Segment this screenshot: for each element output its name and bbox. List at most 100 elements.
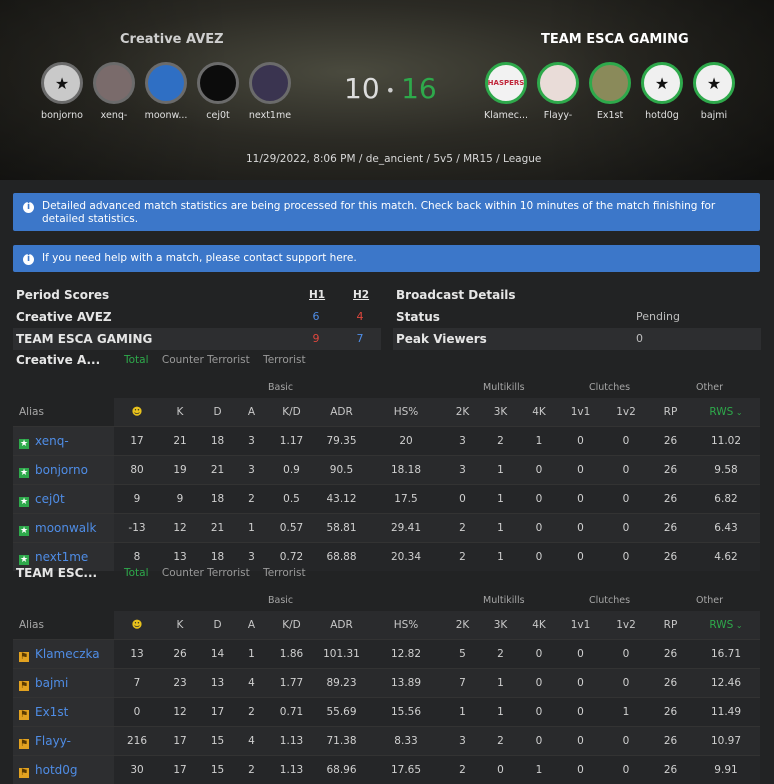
player-alias-link[interactable]: ⚑hotd0g [13,756,114,784]
stat-cell: 23 [160,669,200,698]
period-row: Creative AVEZ 6 4 [13,306,381,328]
team2-player[interactable]: HASPERS Klamec... [482,62,530,121]
stat-cell: 0 [558,756,603,784]
stat-cell: 4 [235,727,268,756]
stat-cell: 0 [558,727,603,756]
stat-cell: 21 [200,456,235,485]
team1-player[interactable]: xenq- [90,62,138,121]
smiley-icon[interactable]: ☻ [114,398,160,427]
col-hs[interactable]: HS% [368,398,444,427]
player-name: Flayy- [544,110,572,121]
tab-counter-terrorist[interactable]: Counter Terrorist [162,354,250,366]
col-1v1[interactable]: 1v1 [558,398,603,427]
team2-stats-section: TEAM ESC... Total Counter Terrorist Terr… [13,563,760,784]
player-alias-link[interactable]: ★moonwalk [13,514,114,543]
col-alias[interactable]: Alias [13,398,114,427]
player-alias: bajmi [35,676,68,690]
team1-player[interactable]: cej0t [194,62,242,121]
stat-cell: 15 [200,727,235,756]
stat-cell: 101.31 [315,640,368,669]
period-row: TEAM ESCA GAMING 9 7 [13,328,381,350]
player-alias-link[interactable]: ★xenq- [13,427,114,456]
team1-player[interactable]: next1me [246,62,294,121]
peak-viewers-value: 0 [636,328,643,350]
broadcast-viewers-row: Peak Viewers 0 [393,328,761,350]
stat-cell: 0.9 [268,456,315,485]
col-assists[interactable]: A [235,611,268,640]
team1-rank-icon: ★ [19,468,29,478]
col-deaths[interactable]: D [200,611,235,640]
table-row: ⚑Flayy-216171541.1371.388.33320002610.97 [13,727,760,756]
col-1v2[interactable]: 1v2 [603,398,649,427]
player-alias-link[interactable]: ★bonjorno [13,456,114,485]
col-2k[interactable]: 2K [444,398,481,427]
col-3k[interactable]: 3K [481,398,520,427]
team1-column-groups: Basic Multikills Clutches Other [13,378,760,398]
team2-player[interactable]: ★ hotd0g [638,62,686,121]
team2-name[interactable]: TEAM ESCA GAMING [541,32,689,47]
col-adr[interactable]: ADR [315,398,368,427]
stat-cell: 68.96 [315,756,368,784]
col-kills[interactable]: K [160,398,200,427]
stat-cell: 1 [444,698,481,727]
col-alias[interactable]: Alias [13,611,114,640]
col-2k[interactable]: 2K [444,611,481,640]
col-4k[interactable]: 4K [520,398,558,427]
smiley-icon[interactable]: ☻ [114,611,160,640]
col-kd[interactable]: K/D [268,398,315,427]
tab-total[interactable]: Total [124,354,149,366]
team2-player[interactable]: ★ bajmi [690,62,738,121]
player-alias: next1me [35,550,88,564]
player-alias-link[interactable]: ⚑Ex1st [13,698,114,727]
period-h1-score: 6 [309,306,323,328]
team1-name[interactable]: Creative AVEZ [120,32,224,47]
tab-counter-terrorist[interactable]: Counter Terrorist [162,567,250,579]
anime-avatar-icon [537,62,579,104]
col-3k[interactable]: 3K [481,611,520,640]
stat-cell: 26 [649,427,692,456]
tab-terrorist[interactable]: Terrorist [263,354,306,366]
col-rws[interactable]: RWS ⌄ [692,611,760,640]
team2-player[interactable]: Flayy- [534,62,582,121]
col-4k[interactable]: 4K [520,611,558,640]
info-icon: i [23,202,34,213]
stat-cell: 71.38 [315,727,368,756]
score-separator: • [386,81,395,100]
stat-cell: 0 [603,427,649,456]
stat-cell: 2 [481,427,520,456]
team2-player[interactable]: Ex1st [586,62,634,121]
period-scores: Period Scores H1 H2 Creative AVEZ 6 4 TE… [13,284,381,350]
player-alias-link[interactable]: ⚑Klameczka [13,640,114,669]
col-assists[interactable]: A [235,398,268,427]
col-deaths[interactable]: D [200,398,235,427]
player-alias-link[interactable]: ⚑bajmi [13,669,114,698]
stat-cell: 2 [444,756,481,784]
col-hs[interactable]: HS% [368,611,444,640]
col-rp[interactable]: RP [649,611,692,640]
group-clutches: Clutches [589,595,630,606]
h2-header: H2 [353,284,367,306]
stat-cell: 1.77 [268,669,315,698]
stat-cell: 0 [603,640,649,669]
stat-cell: 43.12 [315,485,368,514]
stat-cell: 0 [520,640,558,669]
col-kd[interactable]: K/D [268,611,315,640]
col-rp[interactable]: RP [649,398,692,427]
stat-cell: 17 [160,756,200,784]
col-1v1[interactable]: 1v1 [558,611,603,640]
player-alias-link[interactable]: ⚑Flayy- [13,727,114,756]
stat-cell: 0 [520,456,558,485]
col-kills[interactable]: K [160,611,200,640]
team1-player[interactable]: moonw... [142,62,190,121]
tab-terrorist[interactable]: Terrorist [263,567,306,579]
team2-roster: HASPERS Klamec... Flayy- Ex1st ★ hotd0g … [482,62,738,121]
col-adr[interactable]: ADR [315,611,368,640]
col-1v2[interactable]: 1v2 [603,611,649,640]
player-alias-link[interactable]: ★cej0t [13,485,114,514]
stat-cell: 17 [160,727,200,756]
team1-player[interactable]: ★ bonjorno [38,62,86,121]
tab-total[interactable]: Total [124,567,149,579]
support-link[interactable]: here [330,252,354,264]
team2-stats-table: Alias ☻ K D A K/D ADR HS% 2K 3K 4K 1v1 1… [13,611,760,784]
col-rws[interactable]: RWS ⌄ [692,398,760,427]
